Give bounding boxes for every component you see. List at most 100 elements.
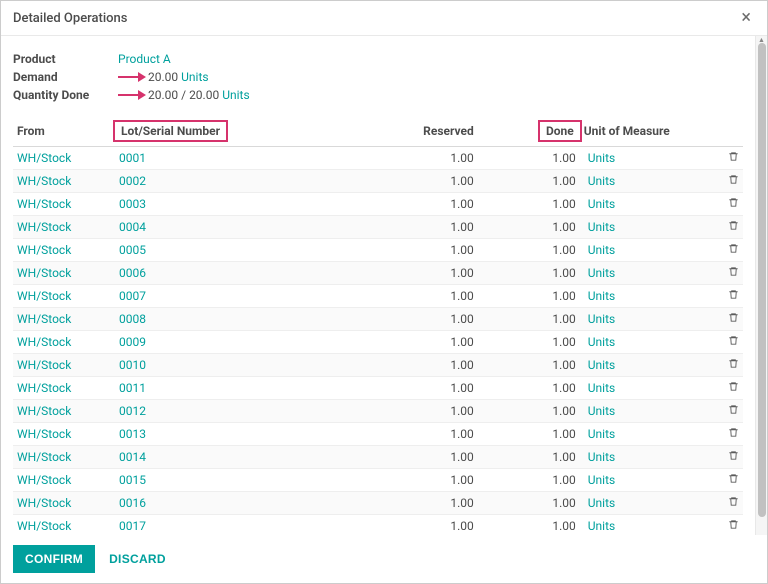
trash-icon[interactable] (728, 404, 739, 415)
trash-icon[interactable] (728, 427, 739, 438)
from-cell[interactable]: WH/Stock (17, 335, 71, 349)
trash-icon[interactable] (728, 289, 739, 300)
uom-cell[interactable]: Units (588, 381, 615, 395)
done-cell[interactable]: 1.00 (478, 262, 580, 285)
done-cell[interactable]: 1.00 (478, 193, 580, 216)
done-cell[interactable]: 1.00 (478, 147, 580, 170)
lot-cell[interactable]: 0004 (119, 220, 146, 234)
lot-cell[interactable]: 0002 (119, 174, 146, 188)
from-cell[interactable]: WH/Stock (17, 312, 71, 326)
close-icon[interactable]: × (737, 9, 755, 27)
lot-cell[interactable]: 0008 (119, 312, 146, 326)
uom-cell[interactable]: Units (588, 335, 615, 349)
uom-cell[interactable]: Units (588, 496, 615, 510)
trash-icon[interactable] (728, 358, 739, 369)
done-cell[interactable]: 1.00 (478, 377, 580, 400)
from-cell[interactable]: WH/Stock (17, 174, 71, 188)
table-row[interactable]: WH/Stock00071.001.00Units (13, 285, 743, 308)
done-cell[interactable]: 1.00 (478, 216, 580, 239)
from-cell[interactable]: WH/Stock (17, 381, 71, 395)
lot-cell[interactable]: 0005 (119, 243, 146, 257)
uom-cell[interactable]: Units (588, 266, 615, 280)
lot-cell[interactable]: 0001 (119, 151, 146, 165)
trash-icon[interactable] (728, 473, 739, 484)
from-cell[interactable]: WH/Stock (17, 220, 71, 234)
uom-cell[interactable]: Units (588, 427, 615, 441)
uom-cell[interactable]: Units (588, 197, 615, 211)
scrollbar-thumb[interactable] (758, 43, 766, 517)
lot-cell[interactable]: 0016 (119, 496, 146, 510)
done-cell[interactable]: 1.00 (478, 308, 580, 331)
uom-cell[interactable]: Units (588, 220, 615, 234)
table-row[interactable]: WH/Stock00161.001.00Units (13, 492, 743, 515)
trash-icon[interactable] (728, 243, 739, 254)
lot-cell[interactable]: 0017 (119, 519, 146, 533)
trash-icon[interactable] (728, 266, 739, 277)
done-cell[interactable]: 1.00 (478, 446, 580, 469)
uom-cell[interactable]: Units (588, 404, 615, 418)
done-cell[interactable]: 1.00 (478, 492, 580, 515)
done-cell[interactable]: 1.00 (478, 423, 580, 446)
from-cell[interactable]: WH/Stock (17, 197, 71, 211)
done-cell[interactable]: 1.00 (478, 354, 580, 377)
from-cell[interactable]: WH/Stock (17, 496, 71, 510)
trash-icon[interactable] (728, 312, 739, 323)
table-row[interactable]: WH/Stock00011.001.00Units (13, 147, 743, 170)
from-cell[interactable]: WH/Stock (17, 450, 71, 464)
demand-unit[interactable]: Units (181, 70, 208, 84)
from-cell[interactable]: WH/Stock (17, 151, 71, 165)
table-row[interactable]: WH/Stock00021.001.00Units (13, 170, 743, 193)
uom-cell[interactable]: Units (588, 243, 615, 257)
table-row[interactable]: WH/Stock00031.001.00Units (13, 193, 743, 216)
uom-cell[interactable]: Units (588, 289, 615, 303)
done-cell[interactable]: 1.00 (478, 239, 580, 262)
trash-icon[interactable] (728, 496, 739, 507)
table-row[interactable]: WH/Stock00131.001.00Units (13, 423, 743, 446)
trash-icon[interactable] (728, 220, 739, 231)
lot-cell[interactable]: 0006 (119, 266, 146, 280)
done-cell[interactable]: 1.00 (478, 285, 580, 308)
lot-cell[interactable]: 0012 (119, 404, 146, 418)
uom-cell[interactable]: Units (588, 151, 615, 165)
trash-icon[interactable] (728, 450, 739, 461)
lot-cell[interactable]: 0014 (119, 450, 146, 464)
uom-cell[interactable]: Units (588, 519, 615, 533)
uom-cell[interactable]: Units (588, 312, 615, 326)
lot-cell[interactable]: 0009 (119, 335, 146, 349)
done-cell[interactable]: 1.00 (478, 469, 580, 492)
lot-cell[interactable]: 0015 (119, 473, 146, 487)
from-cell[interactable]: WH/Stock (17, 473, 71, 487)
lot-cell[interactable]: 0007 (119, 289, 146, 303)
scroll-arrow-up-icon[interactable]: ▲ (756, 36, 767, 43)
done-cell[interactable]: 1.00 (478, 515, 580, 536)
table-row[interactable]: WH/Stock00061.001.00Units (13, 262, 743, 285)
table-row[interactable]: WH/Stock00141.001.00Units (13, 446, 743, 469)
table-row[interactable]: WH/Stock00151.001.00Units (13, 469, 743, 492)
uom-cell[interactable]: Units (588, 473, 615, 487)
trash-icon[interactable] (728, 197, 739, 208)
table-row[interactable]: WH/Stock00041.001.00Units (13, 216, 743, 239)
from-cell[interactable]: WH/Stock (17, 427, 71, 441)
uom-cell[interactable]: Units (588, 450, 615, 464)
trash-icon[interactable] (728, 381, 739, 392)
table-row[interactable]: WH/Stock00081.001.00Units (13, 308, 743, 331)
table-row[interactable]: WH/Stock00101.001.00Units (13, 354, 743, 377)
scrollbar-track[interactable]: ▲ (755, 36, 767, 535)
table-row[interactable]: WH/Stock00051.001.00Units (13, 239, 743, 262)
done-cell[interactable]: 1.00 (478, 170, 580, 193)
trash-icon[interactable] (728, 174, 739, 185)
table-row[interactable]: WH/Stock00171.001.00Units (13, 515, 743, 536)
from-cell[interactable]: WH/Stock (17, 358, 71, 372)
table-row[interactable]: WH/Stock00091.001.00Units (13, 331, 743, 354)
from-cell[interactable]: WH/Stock (17, 404, 71, 418)
lot-cell[interactable]: 0013 (119, 427, 146, 441)
from-cell[interactable]: WH/Stock (17, 519, 71, 533)
lot-cell[interactable]: 0010 (119, 358, 146, 372)
confirm-button[interactable]: Confirm (13, 545, 95, 573)
discard-button[interactable]: Discard (109, 552, 166, 566)
from-cell[interactable]: WH/Stock (17, 266, 71, 280)
product-link[interactable]: Product A (118, 52, 171, 66)
lot-cell[interactable]: 0011 (119, 381, 146, 395)
trash-icon[interactable] (728, 151, 739, 162)
trash-icon[interactable] (728, 335, 739, 346)
